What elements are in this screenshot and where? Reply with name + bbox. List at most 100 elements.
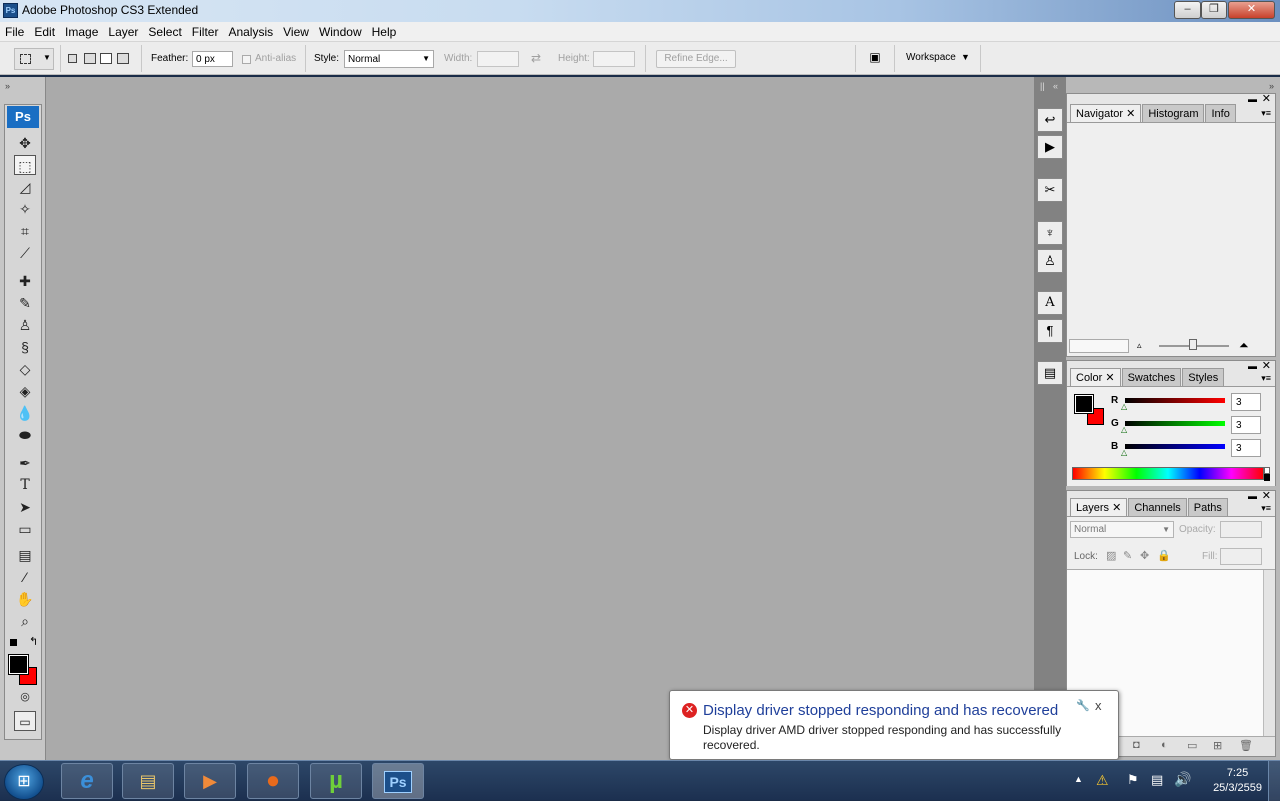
delete-layer-icon[interactable]: 🗑	[1239, 739, 1253, 752]
tab-navigator[interactable]: Navigator ✕	[1070, 104, 1142, 122]
layer-mask-icon[interactable]: ◘	[1133, 739, 1140, 751]
new-group-icon[interactable]: ▭	[1187, 739, 1197, 752]
menu-select[interactable]: Select	[143, 22, 186, 42]
show-hidden-icons-icon[interactable]: ▲	[1074, 774, 1083, 784]
tool-presets-panel-icon[interactable]: ✂	[1037, 178, 1063, 202]
actions-panel-icon[interactable]: ▶	[1037, 135, 1063, 159]
new-selection-icon[interactable]	[68, 54, 77, 63]
notification-close-button[interactable]: x	[1095, 698, 1102, 713]
bridge-icon[interactable]: ▣	[864, 50, 886, 68]
show-desktop-button[interactable]	[1268, 761, 1280, 801]
collapse-icon[interactable]: «	[1053, 81, 1058, 91]
menu-file[interactable]: File	[0, 22, 29, 42]
tab-swatches[interactable]: Swatches	[1121, 368, 1182, 386]
menu-analysis[interactable]: Analysis	[223, 22, 278, 42]
start-button[interactable]: ⊞	[4, 764, 44, 800]
path-selection-tool-icon[interactable]: ➤	[14, 497, 36, 517]
style-select[interactable]: Normal ▼	[344, 50, 434, 68]
blue-value-input[interactable]: 3	[1231, 439, 1261, 457]
taskbar-firefox[interactable]: ●	[247, 763, 299, 799]
history-brush-tool-icon[interactable]: §	[14, 337, 36, 357]
lock-transparent-icon[interactable]: ▨	[1106, 549, 1116, 562]
workspace-button[interactable]: Workspace	[906, 52, 956, 63]
zoom-tool-icon[interactable]: ⌕	[14, 611, 36, 631]
close-panel-icon[interactable]: ✕	[1262, 359, 1271, 372]
tab-layers[interactable]: Layers ✕	[1070, 498, 1128, 516]
lock-position-icon[interactable]: ✥	[1140, 549, 1149, 562]
blend-mode-select[interactable]: Normal ▼	[1070, 521, 1174, 538]
layer-comps-panel-icon[interactable]: ▤	[1037, 361, 1063, 385]
new-layer-icon[interactable]: ⊞	[1213, 739, 1222, 752]
marquee-tool-icon[interactable]: ⬚	[14, 155, 36, 175]
blue-slider[interactable]	[1125, 444, 1225, 449]
panel-menu-icon[interactable]: ▾≡	[1261, 108, 1271, 119]
swap-colors-icon[interactable]: ↰	[29, 635, 38, 648]
type-tool-icon[interactable]: T	[14, 475, 36, 495]
green-value-input[interactable]: 3	[1231, 416, 1261, 434]
menu-window[interactable]: Window	[314, 22, 367, 42]
lasso-tool-icon[interactable]: ◿	[14, 177, 36, 197]
tab-histogram[interactable]: Histogram	[1142, 104, 1205, 122]
height-input[interactable]	[593, 51, 635, 67]
black-swatch[interactable]	[1264, 474, 1270, 481]
opacity-input[interactable]	[1220, 521, 1262, 538]
menu-view[interactable]: View	[278, 22, 314, 42]
slice-tool-icon[interactable]: ⟋	[14, 243, 36, 263]
swap-icon[interactable]: ⇄	[531, 51, 541, 65]
collapse-icon[interactable]: »	[1269, 81, 1274, 91]
red-slider-handle[interactable]: △	[1121, 402, 1127, 411]
collapse-icon[interactable]: »	[5, 81, 10, 91]
feather-input[interactable]: 0 px	[192, 51, 233, 67]
hand-tool-icon[interactable]: ✋	[14, 589, 36, 609]
minimize-panel-icon[interactable]: ▬	[1248, 491, 1257, 501]
network-icon[interactable]: ▤	[1151, 772, 1163, 788]
close-panel-icon[interactable]: ✕	[1262, 92, 1271, 105]
adjustment-layer-icon[interactable]: ◐	[1161, 739, 1168, 751]
tab-color[interactable]: Color ✕	[1070, 368, 1121, 386]
menu-layer[interactable]: Layer	[103, 22, 143, 42]
system-clock[interactable]: 7:25 25/3/2559	[1213, 766, 1262, 796]
refine-edge-button[interactable]: Refine Edge...	[656, 50, 736, 68]
menu-image[interactable]: Image	[60, 22, 103, 42]
foreground-color-swatch[interactable]	[8, 654, 29, 675]
panel-menu-icon[interactable]: ▾≡	[1261, 503, 1271, 514]
add-selection-icon[interactable]	[84, 53, 96, 64]
tab-paths[interactable]: Paths	[1187, 498, 1228, 516]
minimize-panel-icon[interactable]: ▬	[1248, 361, 1257, 371]
tab-info[interactable]: Info	[1205, 104, 1236, 122]
minimize-panel-icon[interactable]: ▬	[1248, 94, 1257, 104]
taskbar-utorrent[interactable]: µ	[310, 763, 362, 799]
close-panel-icon[interactable]: ✕	[1262, 489, 1271, 502]
zoom-value-input[interactable]	[1069, 339, 1129, 353]
intersect-selection-icon[interactable]	[117, 53, 129, 64]
crop-tool-icon[interactable]: ⌗	[14, 221, 36, 241]
blur-tool-icon[interactable]: 💧	[14, 403, 36, 423]
blue-slider-handle[interactable]: △	[1121, 448, 1127, 457]
volume-icon[interactable]: 🔊	[1174, 771, 1191, 788]
foreground-color-swatch[interactable]	[1074, 394, 1094, 414]
tool-preset-picker[interactable]: ▼	[14, 48, 54, 70]
green-slider-handle[interactable]: △	[1121, 425, 1127, 434]
brushes-panel-icon[interactable]: ♆	[1037, 221, 1063, 245]
dodge-tool-icon[interactable]: ⬬	[14, 425, 36, 445]
warning-icon[interactable]: ⚠	[1096, 772, 1109, 789]
tab-styles[interactable]: Styles	[1182, 368, 1225, 386]
action-center-flag-icon[interactable]: ⚑	[1127, 772, 1139, 788]
white-swatch[interactable]	[1264, 467, 1270, 474]
screen-mode-icon[interactable]: ▭	[14, 711, 36, 731]
taskbar-file-explorer[interactable]: ▤	[122, 763, 174, 799]
close-button[interactable]: ✕	[1228, 1, 1275, 19]
red-slider[interactable]	[1125, 398, 1225, 403]
zoom-in-icon[interactable]: ⏶	[1239, 338, 1249, 353]
driver-notification[interactable]: ✕ Display driver stopped responding and …	[669, 690, 1119, 760]
eyedropper-tool-icon[interactable]: ⁄	[14, 567, 36, 587]
menu-filter[interactable]: Filter	[187, 22, 224, 42]
minimize-button[interactable]: –	[1174, 1, 1201, 19]
green-slider[interactable]	[1125, 421, 1225, 426]
color-ramp[interactable]	[1072, 467, 1264, 480]
menu-help[interactable]: Help	[367, 22, 402, 42]
subtract-selection-icon[interactable]	[100, 53, 112, 64]
menu-edit[interactable]: Edit	[29, 22, 60, 42]
document-canvas-area[interactable]	[46, 77, 1034, 760]
panel-menu-icon[interactable]: ▾≡	[1261, 373, 1271, 384]
